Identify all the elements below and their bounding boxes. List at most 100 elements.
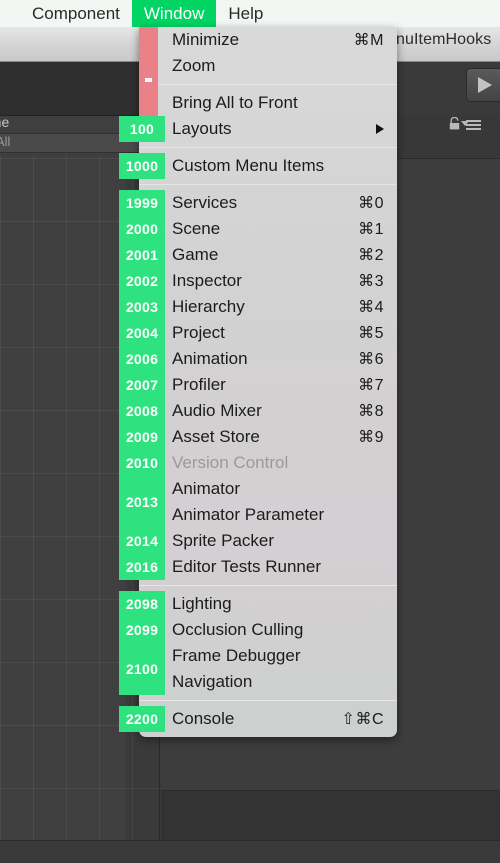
menu-item-bring-all-to-front[interactable]: Bring All to Front (139, 90, 397, 116)
menu-item-label: Zoom (172, 56, 216, 75)
menu-item-shortcut: ⌘2 (358, 247, 384, 264)
menu-item-label: Animator Parameter (172, 505, 325, 524)
priority-badge: 2200 (119, 706, 165, 732)
menu-item-lighting[interactable]: Lighting (139, 591, 397, 617)
priority-badge: 2100 (119, 643, 165, 695)
menu-item-services[interactable]: Services ⌘0 (139, 190, 397, 216)
menu-item-animator-parameter[interactable]: Animator Parameter (139, 502, 397, 528)
menu-item-zoom[interactable]: Zoom (139, 53, 397, 79)
menu-item-version-control: Version Control (139, 450, 397, 476)
menu-bar: Component Window Help (0, 0, 500, 27)
hamburger-icon[interactable] (466, 120, 481, 130)
menu-item-label: Audio Mixer (172, 401, 262, 420)
menu-item-label: Profiler (172, 375, 226, 394)
menubar-item-window[interactable]: Window (131, 0, 217, 27)
menubar-item-help[interactable]: Help (216, 0, 275, 27)
priority-badge: 2001 (119, 242, 165, 268)
menu-item-shortcut: ⌘3 (358, 273, 384, 290)
left-panel-header (0, 62, 160, 116)
search-input-value: All (0, 134, 11, 149)
menu-highlight-dash (145, 78, 152, 82)
priority-badge: 2002 (119, 268, 165, 294)
priority-badge: 2004 (119, 320, 165, 346)
menu-item-shortcut: ⌘9 (358, 429, 384, 446)
menubar-item-component[interactable]: Component (20, 0, 132, 27)
menu-item-shortcut: ⌘1 (358, 221, 384, 238)
menu-item-inspector[interactable]: Inspector ⌘3 (139, 268, 397, 294)
screen: ame All nuItemHooks ComponentWindowHelp … (0, 0, 500, 863)
menu-item-scene[interactable]: Scene ⌘1 (139, 216, 397, 242)
menu-separator (139, 184, 397, 185)
menu-item-label: Bring All to Front (172, 93, 298, 112)
menu-item-minimize[interactable]: Minimize ⌘M (139, 27, 397, 53)
priority-badge: 2006 (119, 346, 165, 372)
priority-badge: 2016 (119, 554, 165, 580)
menu-item-label: Occlusion Culling (172, 620, 304, 639)
submenu-arrow-icon (376, 124, 384, 134)
menu-item-label: Scene (172, 219, 221, 238)
menu-item-label: Frame Debugger (172, 646, 301, 665)
menu-item-label: Game (172, 245, 219, 264)
menu-separator (139, 147, 397, 148)
menu-item-console[interactable]: Console ⇧⌘C (139, 706, 397, 732)
menu-item-shortcut: ⌘7 (358, 377, 384, 394)
bottom-pane (161, 790, 500, 840)
priority-badge: 2008 (119, 398, 165, 424)
menu-item-label: Asset Store (172, 427, 260, 446)
window-menu-dropdown: Minimize ⌘M Zoom Bring All to Front Layouts C… (139, 27, 397, 737)
priority-badge: 2098 (119, 591, 165, 617)
menu-item-label: Console (172, 709, 235, 728)
menu-item-project[interactable]: Project ⌘5 (139, 320, 397, 346)
priority-badge: 2013 (119, 476, 165, 528)
menu-item-label: Project (172, 323, 225, 342)
play-icon (478, 77, 492, 93)
menu-item-shortcut: ⌘M (353, 32, 384, 49)
menu-item-label: Animation (172, 349, 248, 368)
menu-item-asset-store[interactable]: Asset Store ⌘9 (139, 424, 397, 450)
window-title: nuItemHooks (396, 31, 492, 48)
menu-item-navigation[interactable]: Navigation (139, 669, 397, 695)
priority-badge: 2099 (119, 617, 165, 643)
menu-item-label: Lighting (172, 594, 232, 613)
menu-item-label: Custom Menu Items (172, 156, 325, 175)
priority-badge: 2007 (119, 372, 165, 398)
menu-item-label: Services (172, 193, 238, 212)
menu-item-label: Hierarchy (172, 297, 245, 316)
menu-item-label: Animator (172, 479, 241, 498)
menu-separator (139, 84, 397, 85)
status-bar (0, 840, 500, 863)
menu-item-label: Sprite Packer (172, 531, 275, 550)
priority-badge: 2009 (119, 424, 165, 450)
menu-item-label: Layouts (172, 119, 232, 138)
menu-item-shortcut: ⌘8 (358, 403, 384, 420)
menu-item-animation[interactable]: Animation ⌘6 (139, 346, 397, 372)
lock-icon[interactable] (449, 117, 460, 130)
menu-item-custom-menu-items[interactable]: Custom Menu Items (139, 153, 397, 179)
menu-item-editor-tests-runner[interactable]: Editor Tests Runner (139, 554, 397, 580)
menu-item-shortcut: ⌘6 (358, 351, 384, 368)
menu-item-sprite-packer[interactable]: Sprite Packer (139, 528, 397, 554)
menu-item-layouts[interactable]: Layouts (139, 116, 397, 142)
menu-separator (139, 585, 397, 586)
menu-item-shortcut: ⌘0 (358, 195, 384, 212)
priority-badge: 100 (119, 116, 165, 142)
menu-item-animator[interactable]: Animator (139, 476, 397, 502)
priority-badge: 2000 (119, 216, 165, 242)
menu-item-game[interactable]: Game ⌘2 (139, 242, 397, 268)
priority-badge: 1000 (119, 153, 165, 179)
menu-item-hierarchy[interactable]: Hierarchy ⌘4 (139, 294, 397, 320)
menu-item-profiler[interactable]: Profiler ⌘7 (139, 372, 397, 398)
menu-item-label: Minimize (172, 30, 240, 49)
priority-badge: 2014 (119, 528, 165, 554)
menu-item-shortcut: ⌘5 (358, 325, 384, 342)
menu-item-label: Version Control (172, 453, 289, 472)
menu-separator (139, 700, 397, 701)
menu-item-frame-debugger[interactable]: Frame Debugger (139, 643, 397, 669)
priority-badge: 1999 (119, 190, 165, 216)
priority-badge: 2003 (119, 294, 165, 320)
menu-item-audio-mixer[interactable]: Audio Mixer ⌘8 (139, 398, 397, 424)
menu-item-label: Inspector (172, 271, 242, 290)
menu-item-label: Editor Tests Runner (172, 557, 321, 576)
menu-item-label: Navigation (172, 672, 253, 691)
menu-item-occlusion-culling[interactable]: Occlusion Culling (139, 617, 397, 643)
